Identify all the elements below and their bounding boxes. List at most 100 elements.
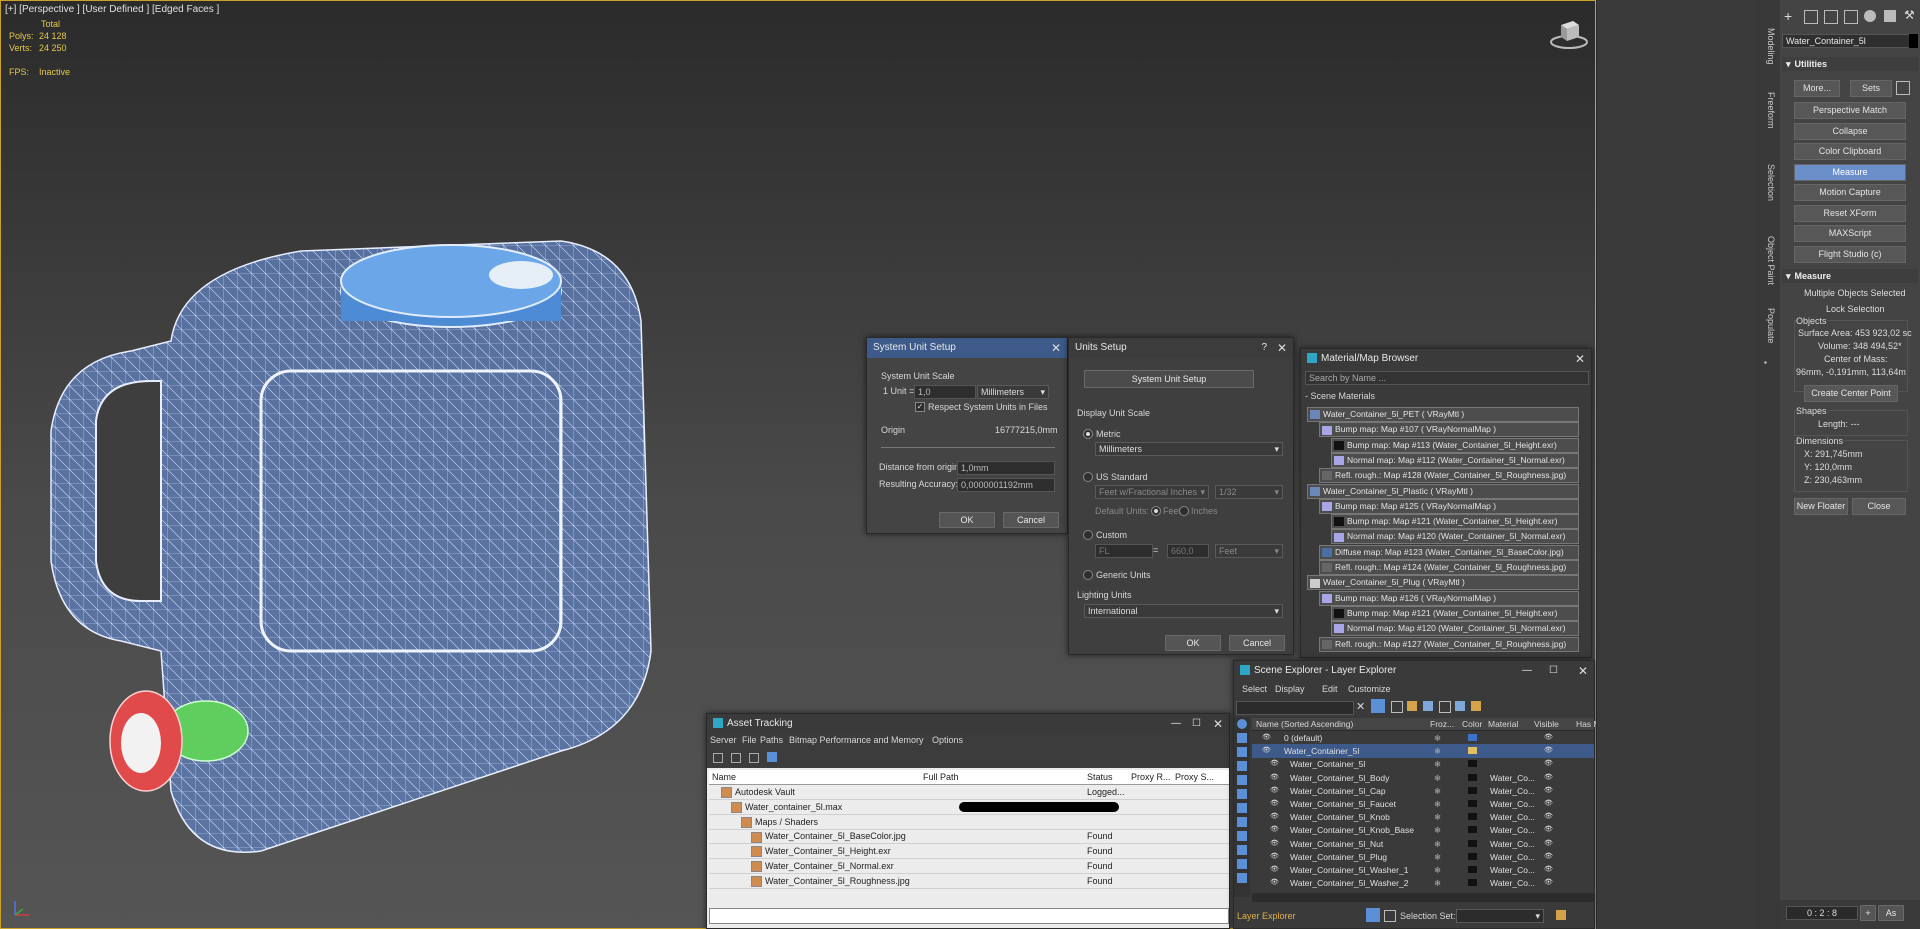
visibility-eye-icon[interactable]: 👁	[1270, 876, 1279, 890]
material-row[interactable]: Bump map: Map #113 (Water_Container_5l_H…	[1331, 437, 1579, 453]
utility-button-flight-studio-c[interactable]: Flight Studio (c)	[1794, 245, 1906, 263]
cameras-icon[interactable]	[1237, 775, 1247, 785]
utility-button-collapse[interactable]: Collapse	[1794, 122, 1906, 140]
col-proxy-s[interactable]: Proxy S...	[1175, 770, 1214, 784]
custom-value-field[interactable]: 660,0	[1167, 544, 1209, 558]
layer-color-swatch[interactable]	[1468, 800, 1477, 807]
viewcube-icon[interactable]	[1547, 17, 1591, 51]
layer-color-swatch[interactable]	[1468, 839, 1477, 847]
col-color[interactable]: Color	[1462, 719, 1482, 729]
layer-color-swatch[interactable]	[1468, 786, 1477, 794]
list-icon[interactable]	[749, 753, 759, 763]
unit-select[interactable]: Millimeters	[977, 385, 1049, 399]
scene-hscrollbar[interactable]	[1252, 893, 1594, 902]
freeze-icon[interactable]: ❄	[1434, 810, 1441, 824]
col-name-sorted[interactable]: Name (Sorted Ascending)	[1256, 719, 1353, 729]
layer-color-swatch[interactable]	[1468, 852, 1477, 860]
display-icon[interactable]	[1864, 10, 1876, 22]
lock-selection-checkbox[interactable]	[1816, 304, 1824, 312]
layer-color-swatch[interactable]	[1468, 879, 1477, 887]
utility-button-motion-capture[interactable]: Motion Capture	[1794, 184, 1906, 201]
geometry-icon[interactable]	[1237, 733, 1247, 743]
asset-row[interactable]: Water_Container_5l_Height.exr Found	[709, 844, 1229, 860]
metric-select[interactable]: Millimeters	[1095, 442, 1283, 456]
utilities-rollout[interactable]: ▾ Utilities	[1782, 57, 1918, 71]
layer-color-swatch[interactable]	[1468, 866, 1477, 873]
asset-row[interactable]: Autodesk Vault Logged...	[709, 785, 1229, 800]
col-material[interactable]: Material	[1488, 719, 1518, 729]
groups-icon[interactable]	[1237, 817, 1247, 827]
material-row[interactable]: Water_Container_5l_Plug ( VRayMtl )	[1307, 575, 1579, 591]
wrench-icon[interactable]: ⚒	[1904, 8, 1915, 22]
new-layer-icon[interactable]	[1407, 701, 1417, 711]
lights-icon[interactable]	[1237, 761, 1247, 771]
close-icon[interactable]: ✕	[1575, 349, 1585, 369]
close-icon[interactable]: ✕	[1051, 338, 1061, 358]
layer-row[interactable]: 👁 Water_Container_5l ❄ 👁	[1252, 757, 1594, 771]
minimize-icon[interactable]: —	[1171, 714, 1181, 734]
freeze-icon[interactable]: ❄	[1434, 784, 1441, 798]
visible-icon[interactable]: 👁	[1544, 784, 1553, 798]
cancel-button[interactable]: Cancel	[1229, 635, 1285, 651]
menu-options[interactable]: Options	[932, 735, 963, 745]
col-visible[interactable]: Visible	[1534, 719, 1559, 729]
viewport-label[interactable]: [+] [Perspective ] [User Defined ] [Edge…	[5, 4, 219, 15]
hierarchy-icon[interactable]	[1384, 910, 1396, 922]
col-frozen[interactable]: Froz...	[1430, 719, 1454, 729]
material-row[interactable]: Refl. rough.: Map #127 (Water_Container_…	[1319, 636, 1579, 652]
col-full-path[interactable]: Full Path	[923, 770, 959, 784]
us-standard-radio[interactable]	[1083, 472, 1093, 482]
utility-button-color-clipboard[interactable]: Color Clipboard	[1794, 143, 1906, 160]
menu-file[interactable]: File	[742, 735, 757, 745]
visible-icon[interactable]: 👁	[1544, 850, 1553, 864]
menu-display[interactable]: Display	[1275, 684, 1305, 694]
faucet-model[interactable]	[101, 681, 291, 811]
inches-radio[interactable]	[1179, 506, 1189, 516]
menu-select[interactable]: Select	[1242, 684, 1267, 694]
tab-modeling[interactable]: Modeling	[1760, 28, 1776, 65]
utility-button-maxscript[interactable]: MAXScript	[1794, 225, 1906, 242]
display-objects-icon[interactable]	[1237, 719, 1247, 729]
material-row[interactable]: Diffuse map: Map #123 (Water_Container_5…	[1319, 544, 1579, 560]
us-standard-select[interactable]: Feet w/Fractional Inches	[1095, 485, 1209, 499]
containers-icon[interactable]	[1237, 859, 1247, 869]
layer-mode-icon[interactable]	[1366, 908, 1380, 922]
ribbon-expand-icon[interactable]: ▪	[1764, 358, 1767, 367]
custom-name-field[interactable]: FL	[1095, 544, 1153, 558]
stack-icon[interactable]	[1455, 701, 1465, 711]
close-icon[interactable]: ✕	[1213, 714, 1223, 734]
more-button[interactable]: More...	[1794, 80, 1840, 97]
spacewarps-icon[interactable]	[1237, 803, 1247, 813]
material-row[interactable]: Bump map: Map #121 (Water_Container_5l_H…	[1331, 514, 1579, 530]
layer-row[interactable]: 👁 Water_Container_5l_Washer_2 ❄ Water_Co...…	[1252, 876, 1594, 890]
configure-sets-icon[interactable]	[1896, 81, 1910, 95]
measure-rollout[interactable]: ▾ Measure	[1782, 269, 1918, 283]
layer-row[interactable]: 👁 Water_Container_5l_Knob_Base ❄ Water_Co..…	[1252, 823, 1594, 837]
material-row[interactable]: Normal map: Map #120 (Water_Container_5l…	[1331, 529, 1579, 545]
maximize-icon[interactable]: ☐	[1192, 714, 1201, 734]
minimize-icon[interactable]: —	[1522, 661, 1532, 681]
visibility-eye-icon[interactable]: 👁	[1270, 771, 1279, 785]
asset-row[interactable]: Water_Container_5l_Roughness.jpg Found	[709, 874, 1229, 889]
modify-icon[interactable]	[1804, 10, 1818, 24]
tab-selection[interactable]: Selection	[1760, 164, 1776, 201]
freeze-icon[interactable]: ❄	[1434, 797, 1441, 811]
origin-slider[interactable]	[881, 447, 1055, 448]
layer-row[interactable]: 👁 Water_Container_5l_Cap ❄ Water_Co... 👁	[1252, 784, 1594, 798]
visible-icon[interactable]: 👁	[1544, 797, 1553, 811]
material-row[interactable]: Bump map: Map #126 ( VRayNormalMap )	[1319, 590, 1579, 606]
generic-radio[interactable]	[1083, 570, 1093, 580]
close-icon[interactable]: ✕	[1578, 661, 1588, 681]
material-row[interactable]: Normal map: Map #112 (Water_Container_5l…	[1331, 452, 1579, 468]
visibility-eye-icon[interactable]: 👁	[1270, 784, 1279, 798]
layer-row[interactable]: 👁 0 (default) ❄ 👁	[1252, 731, 1594, 745]
visibility-eye-icon[interactable]: 👁	[1262, 744, 1271, 758]
menu-paths[interactable]: Paths	[760, 735, 783, 745]
asset-row[interactable]: Water_Container_5l_Normal.exr Found	[709, 859, 1229, 874]
ok-button[interactable]: OK	[939, 512, 995, 528]
freeze-icon[interactable]: ❄	[1434, 850, 1441, 864]
utility-button-perspective-match[interactable]: Perspective Match	[1794, 102, 1906, 119]
menu-server[interactable]: Server	[710, 735, 737, 745]
asset-row[interactable]: Water_Container_5l_BaseColor.jpg Found	[709, 829, 1229, 845]
layer-color-swatch[interactable]	[1468, 734, 1477, 741]
